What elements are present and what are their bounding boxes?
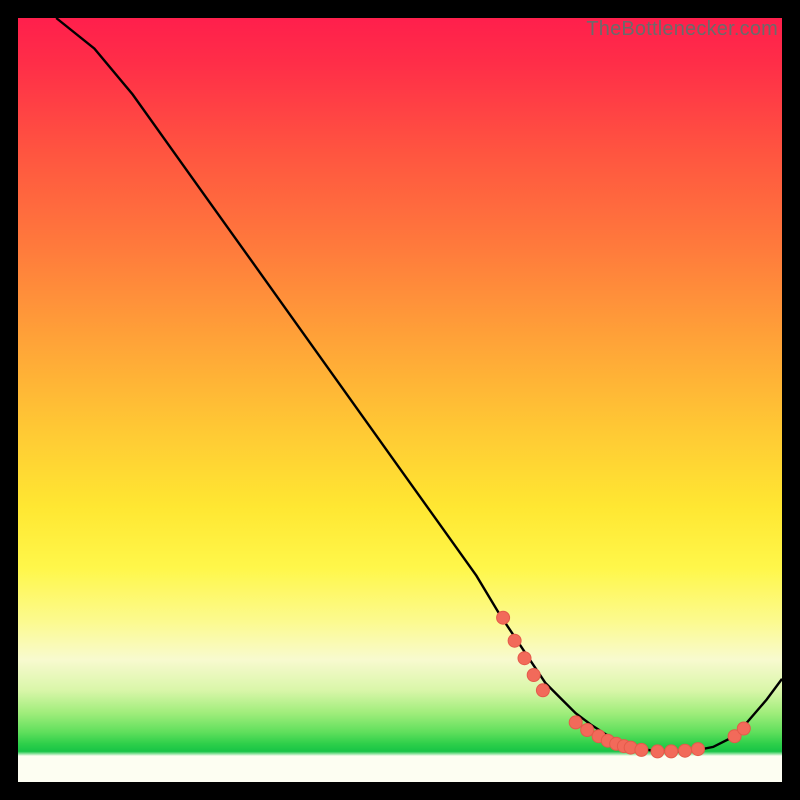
curve-marker bbox=[679, 744, 692, 757]
curve-marker bbox=[518, 652, 531, 665]
curve-marker bbox=[651, 745, 664, 758]
chart-plot-area: TheBottlenecker.com bbox=[18, 18, 782, 782]
curve-marker bbox=[569, 716, 582, 729]
curve-marker bbox=[635, 743, 648, 756]
curve-markers bbox=[497, 611, 751, 758]
curve-marker bbox=[497, 611, 510, 624]
curve-marker bbox=[665, 745, 678, 758]
curve-marker bbox=[692, 743, 705, 756]
curve-marker bbox=[527, 669, 540, 682]
curve-marker bbox=[508, 634, 521, 647]
bottleneck-curve bbox=[18, 18, 782, 782]
curve-marker bbox=[737, 722, 750, 735]
curve-path bbox=[56, 18, 782, 751]
curve-marker bbox=[581, 724, 594, 737]
chart-frame: TheBottlenecker.com bbox=[0, 0, 800, 800]
curve-marker bbox=[536, 684, 549, 697]
